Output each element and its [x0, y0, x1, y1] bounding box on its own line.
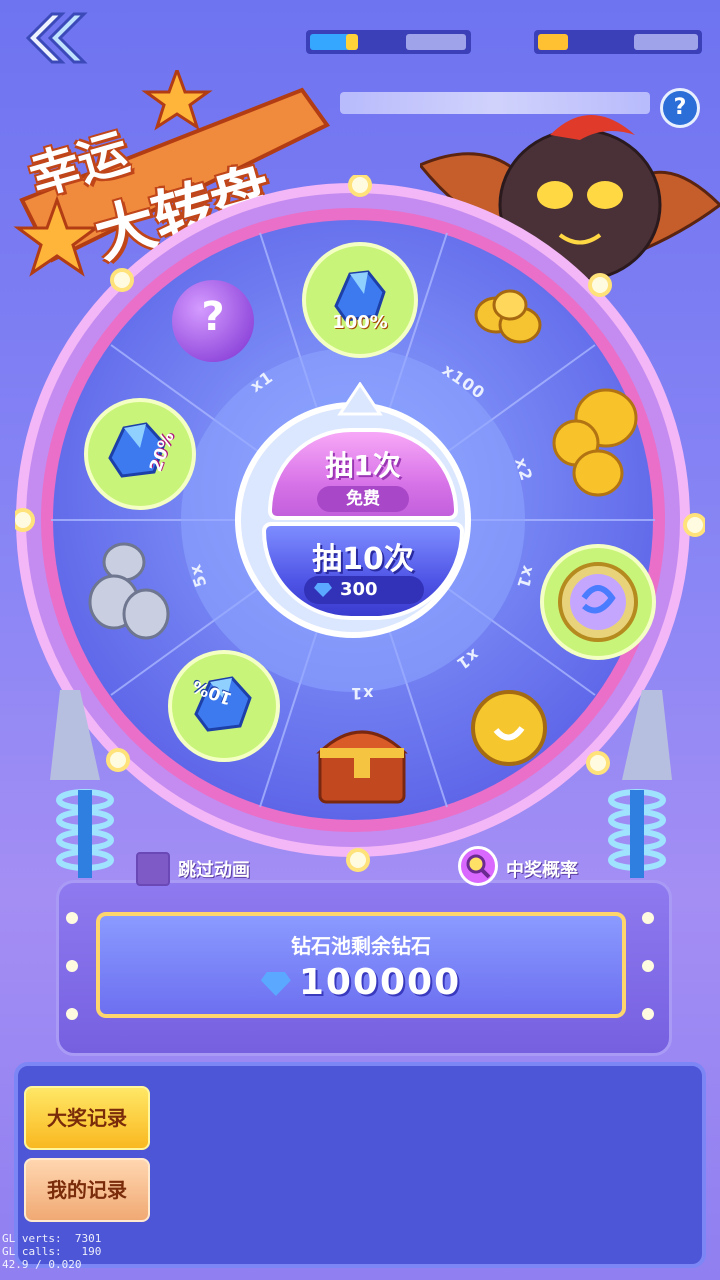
prize-silver-peanut — [84, 540, 174, 658]
prize-diamond-pile-100: 100% — [302, 242, 418, 358]
diamond-icon — [260, 972, 291, 996]
draw-ten-label: 抽10次 — [312, 542, 414, 577]
currency-bar-2 — [534, 30, 702, 54]
gold-medal-icon — [471, 690, 547, 766]
diamond-pool-title: 钻石池剩余钻石 — [291, 934, 431, 958]
prize-diamond-pile-20: 20% — [84, 398, 196, 510]
prize-gold-pet-medal — [466, 680, 552, 776]
light-dot — [642, 1008, 654, 1020]
diamond-pile-icon — [334, 270, 386, 322]
currency-fill — [538, 34, 568, 50]
light-dot — [66, 912, 78, 924]
draw-once-free-label: 免费 — [317, 486, 409, 512]
currency-value-blur — [634, 34, 698, 50]
question-mark-icon: ? — [201, 294, 225, 340]
multiplier-label: x1 — [350, 684, 374, 703]
right-spring-decoration — [608, 690, 672, 878]
prize-diamond-pile-10: 10% — [168, 650, 280, 762]
currency-icon — [346, 34, 358, 50]
diamond-pool-amount: 100000 — [298, 962, 462, 1003]
debug-line: 42.9 / 0.020 — [2, 1258, 82, 1271]
currency-bar-1 — [306, 30, 471, 54]
draw-once-label: 抽1次 — [325, 449, 401, 482]
win-probability-label[interactable]: 中奖概率 — [506, 856, 578, 882]
light-dot — [642, 912, 654, 924]
prize-mystery-orb: ? — [172, 280, 254, 362]
light-dot — [642, 960, 654, 972]
diamond-pool-panel: 钻石池剩余钻石 100000 — [96, 912, 626, 1018]
prize-swirl-orb — [540, 544, 656, 660]
prize-treasure-chest — [310, 712, 414, 810]
gold-peanut-icon — [552, 388, 638, 497]
currency-value-blur — [406, 34, 466, 50]
diamond-pile-icon — [108, 422, 166, 478]
draw-ten-cost: 300 — [304, 576, 424, 604]
currency-fill — [310, 34, 350, 50]
skip-animation-checkbox[interactable] — [136, 852, 170, 886]
prize-gold-peanut — [548, 388, 640, 500]
light-dot — [66, 1008, 78, 1020]
treasure-chest-icon — [316, 730, 408, 804]
prize-gold-coins — [470, 285, 550, 357]
back-arrow-icon[interactable] — [22, 10, 88, 66]
silver-peanut-icon — [88, 542, 170, 640]
light-dot — [66, 960, 78, 972]
draw-ten-cost-value: 300 — [340, 579, 378, 600]
win-probability-icon[interactable] — [458, 846, 498, 886]
grand-prize-records-button[interactable]: 大奖记录 — [24, 1086, 150, 1150]
prize-badge: 100% — [332, 312, 388, 333]
debug-stats-overlay: GL verts: 7301 GL calls: 190 42.9 / 0.02… — [2, 1232, 101, 1271]
skip-animation-label[interactable]: 跳过动画 — [178, 856, 250, 882]
wheel-pointer-icon — [337, 382, 383, 416]
debug-line: GL calls: 190 — [2, 1245, 102, 1258]
swirl-orb-icon — [558, 562, 638, 642]
gold-coins-icon — [474, 289, 542, 344]
diamond-pool-value: 100000 — [100, 962, 622, 1003]
diamond-icon — [314, 583, 332, 597]
debug-line: GL verts: 7301 — [2, 1232, 102, 1245]
my-records-button[interactable]: 我的记录 — [24, 1158, 150, 1222]
left-spring-decoration — [50, 690, 114, 878]
magnifier-icon — [466, 854, 491, 879]
